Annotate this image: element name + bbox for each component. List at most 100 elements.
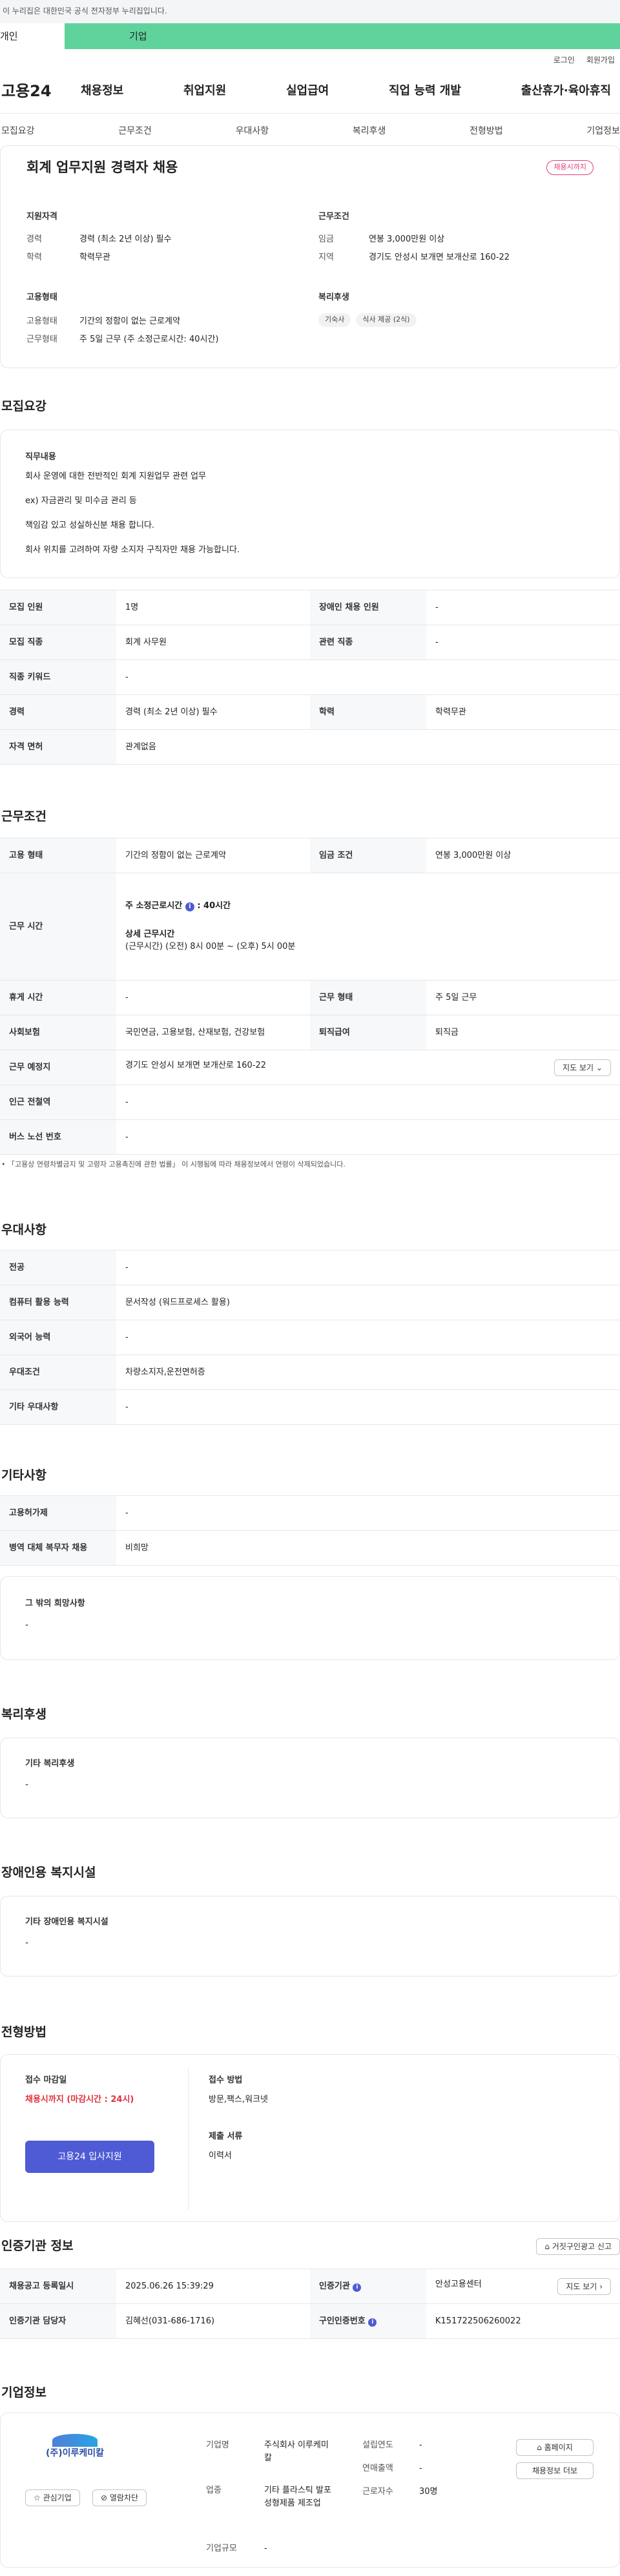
homepage-button[interactable]: ⌂ 홈페이지: [516, 2439, 594, 2456]
table-row: 인증기관 담당자 김혜선(031-686-1716) 구인인증번호 i K151722…: [0, 2303, 620, 2339]
welfare-heading: 복리후생: [1, 1707, 46, 1721]
row-value: -: [116, 1250, 620, 1285]
divider: [188, 2068, 189, 2210]
gnav-support[interactable]: 취업지원: [183, 82, 226, 99]
apply-button[interactable]: 고용24 입사지원: [25, 2141, 154, 2173]
sales-label: 연매출액: [362, 2464, 393, 2473]
recruit-table: 모집 인원 1명 장애인 채용 인원 - 모집 직종 회계 사무원 관련 직종 - 직종 키…: [0, 590, 620, 765]
fav-label: 관심기업: [43, 2493, 72, 2502]
job-desc-line: 회사 운영에 대한 전반적인 회계 지원업무 관련 업무: [25, 472, 207, 481]
row-value: -: [426, 590, 620, 625]
fav-button[interactable]: ☆ 관심기업: [25, 2489, 80, 2506]
etc-table: 고용허가제 - 병역 대체 복무자 채용 비희망: [0, 1495, 620, 1566]
disab-card: 기타 장애인용 복지시설 -: [0, 1896, 620, 1977]
row-label: 임금 조건: [310, 838, 426, 873]
map-button[interactable]: 지도 보기 ⌄: [554, 1059, 611, 1076]
hours-cell: 주 소정근로시간 i : 40시간 상세 근무시간 (근무시간) (오전) 8시…: [116, 873, 620, 981]
snav-process[interactable]: 전형방법: [470, 125, 503, 138]
emp-title: 고용형태: [26, 293, 57, 302]
tab-business[interactable]: 기업: [65, 23, 620, 49]
weekly-hours: 주 소정근로시간 i : 40시간: [125, 900, 611, 913]
snav-company[interactable]: 기업정보: [586, 125, 620, 138]
job-desc-line: 회사 위치를 고려하여 자량 소지자 구직자만 채용 가능합니다.: [25, 545, 240, 555]
agency-heading: 인증기관 정보: [1, 2239, 74, 2253]
row-label: 인근 전철역: [0, 1085, 116, 1120]
method-label: 접수 방법: [209, 2075, 243, 2085]
disab-heading: 장애인용 복지시설: [1, 1865, 96, 1880]
wage-value: 연봉 3,000만원 이상: [369, 234, 445, 244]
section-nav: 모집요강 근무조건 우대사항 복리후생 전형방법 기업정보: [0, 114, 620, 150]
worktype-label: 근무형태: [26, 335, 57, 344]
agency-table: 채용공고 등록일시 2025.06.26 15:39:29 인증기관 i 안성고용센터…: [0, 2269, 620, 2339]
job-desc-line: 책임감 있고 성실하신분 채용 합니다.: [25, 521, 155, 530]
login-link[interactable]: 로그인: [553, 54, 575, 68]
tab-personal[interactable]: 개인: [0, 23, 65, 49]
row-label: 외국어 능력: [0, 1320, 116, 1355]
gnav-training[interactable]: 직업 능력 개발: [389, 82, 461, 99]
snav-welfare[interactable]: 복리후생: [353, 125, 386, 138]
site-logo[interactable]: 고용24: [0, 79, 71, 103]
disab-label: 기타 장애인용 복지시설: [25, 1917, 108, 1927]
gnav-benefit[interactable]: 실업급여: [286, 82, 329, 99]
map-button-label: 지도 보기: [563, 1063, 594, 1072]
row-value: 관계없음: [116, 729, 620, 765]
info-icon[interactable]: i: [353, 2283, 362, 2292]
recruit-heading: 모집요강: [1, 399, 46, 413]
career-label: 경력: [26, 234, 42, 244]
row-label: 모집 인원: [0, 590, 116, 625]
row-value: 차량소지자,운전면허증: [116, 1355, 620, 1390]
detail-hours-label: 상세 근무시간: [125, 929, 175, 939]
detail-hours-value: (근무시간) (오전) 8시 00분 ~ (오후) 5시 00분: [125, 942, 296, 952]
row-label: 자격 면허: [0, 729, 116, 765]
work-address: 경기도 안성시 보개면 보개산로 160-22: [125, 1060, 267, 1070]
row-label: 퇴직급여: [310, 1015, 426, 1050]
company-name-label: 기업명: [206, 2440, 229, 2450]
row-value: -: [426, 625, 620, 660]
row-value: -: [116, 1119, 620, 1155]
row-label: 학력: [310, 694, 426, 730]
table-row: 경력 경력 (최소 2년 이상) 필수 학력 학력무관: [0, 694, 620, 730]
block-button[interactable]: ⊘ 열람차단: [92, 2489, 147, 2506]
global-nav: 채용정보 취업지원 실업급여 직업 능력 개발 출산휴가·육아휴직: [71, 82, 620, 99]
welfare-card: 기타 복리후생 -: [0, 1738, 620, 1818]
job-title: 회계 업무지원 경력자 채용: [26, 160, 178, 175]
gnav-jobs[interactable]: 채용정보: [81, 82, 123, 99]
report-button[interactable]: ⌂ 거짓구인광고 신고: [536, 2238, 620, 2255]
job-desc-line: ex) 자금관리 및 미수금 관리 등: [25, 496, 137, 506]
table-row: 근무 시간 주 소정근로시간 i : 40시간 상세 근무시간 (근무시간) (…: [0, 873, 620, 981]
emptype-value: 기간의 정함이 없는 근로계약: [79, 317, 180, 326]
signup-link[interactable]: 회원가입: [586, 54, 615, 68]
table-row: 전공 -: [0, 1250, 620, 1285]
row-value: 경기도 안성시 보개면 보개산로 160-22 지도 보기 ⌄: [116, 1050, 620, 1085]
emp-count-value: 30명: [419, 2487, 438, 2497]
pref-table: 전공 - 컴퓨터 활용 능력 문서작성 (워드프로세스 활용) 외국어 능력 - 우대…: [0, 1250, 620, 1425]
wage-label: 임금: [318, 234, 334, 244]
edu-label: 학력: [26, 253, 42, 262]
row-value: 국민연금, 고용보험, 산재보험, 건강보험: [116, 1015, 310, 1050]
snav-work[interactable]: 근무조건: [118, 125, 152, 138]
welfare-title: 복리후생: [318, 293, 349, 302]
bullet-icon: •: [1, 1160, 8, 1169]
agency-map-button[interactable]: 지도 보기 ›: [557, 2278, 611, 2295]
home-icon: ⌂: [544, 2242, 550, 2251]
info-icon[interactable]: i: [185, 902, 194, 912]
process-card: 접수 마감일 채용시까지 (마감시간 : 24시) 고용24 입사지원 접수 방…: [0, 2054, 620, 2222]
welfare-value: -: [25, 1780, 29, 1790]
row-label: 모집 직종: [0, 625, 116, 660]
agency-name: 안성고용센터: [435, 2279, 482, 2289]
snav-pref[interactable]: 우대사항: [236, 125, 269, 138]
worktype-value: 주 5일 근무 (주 소정근로시간: 40시간): [79, 335, 219, 344]
info-icon[interactable]: i: [368, 2318, 377, 2327]
home-icon: ⌂: [537, 2443, 542, 2452]
hope-card: 그 밖의 희망사항 -: [0, 1576, 620, 1660]
row-label: 관련 직종: [310, 625, 426, 660]
etc-heading: 기타사항: [1, 1468, 46, 1482]
deadline-value: 채용시까지 (마감시간 : 24시): [25, 2095, 134, 2104]
gnav-leave[interactable]: 출산휴가·육아휴직: [521, 82, 611, 99]
snav-recruit[interactable]: 모집요강: [1, 125, 35, 138]
welfare-chip: 기숙사: [318, 313, 351, 327]
row-value: -: [116, 660, 620, 695]
jobs-more-button[interactable]: 채용정보 더보: [516, 2462, 594, 2479]
work-table: 고용 형태 기간의 정함이 없는 근로계약 임금 조건 연봉 3,000만원 이상 근…: [0, 838, 620, 1155]
agency-label: 인증기관: [319, 2281, 350, 2291]
